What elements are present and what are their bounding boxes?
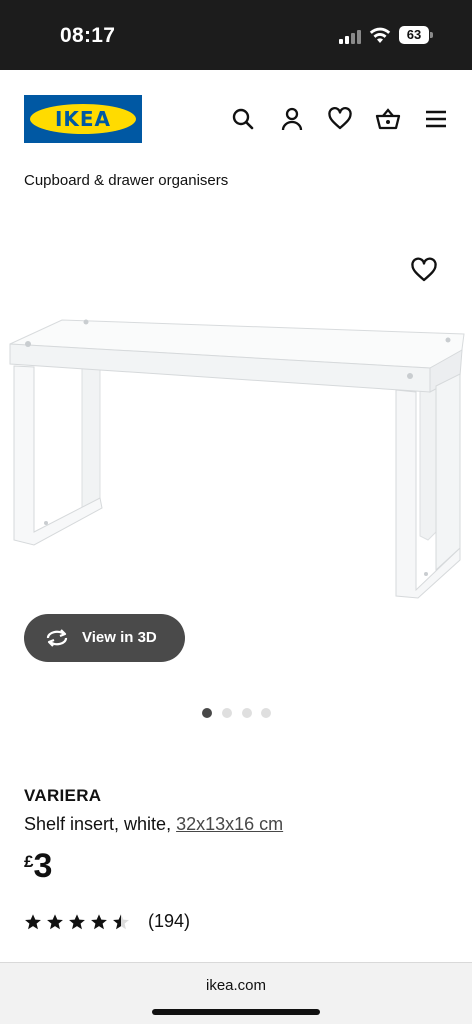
logo-text: IKEA — [54, 107, 112, 131]
browser-bottom-bar: ikea.com — [0, 962, 472, 1024]
user-icon[interactable] — [279, 106, 305, 132]
star-full-icon — [25, 913, 41, 929]
status-time: 08:17 — [60, 24, 116, 47]
product-description-text: Shelf insert, white, — [24, 814, 177, 834]
gallery-dot[interactable] — [202, 708, 212, 718]
view-in-3d-button[interactable]: View in 3D — [24, 614, 185, 662]
heart-icon[interactable] — [327, 106, 353, 132]
product-price: £ 3 — [24, 846, 52, 886]
price-value: 3 — [33, 847, 53, 885]
wifi-icon — [368, 25, 392, 45]
menu-icon[interactable] — [423, 106, 449, 132]
signal-icon — [339, 28, 363, 44]
price-currency: £ — [24, 852, 34, 871]
basket-icon[interactable] — [375, 106, 401, 132]
product-size-link[interactable]: 32x13x16 cm — [176, 814, 283, 834]
star-full-icon — [47, 913, 63, 929]
rotate-icon — [46, 629, 68, 647]
battery-icon: 63 — [399, 26, 433, 44]
product-rating[interactable]: (194) — [24, 911, 190, 932]
rating-stars — [24, 913, 134, 931]
gallery-dot[interactable] — [261, 708, 271, 718]
star-half-icon — [113, 913, 129, 929]
ikea-logo[interactable]: IKEA — [24, 95, 142, 143]
view-in-3d-label: View in 3D — [82, 629, 157, 646]
shelf-insert-image[interactable] — [0, 240, 472, 640]
review-count: (194) — [148, 911, 191, 931]
gallery-dot[interactable] — [222, 708, 232, 718]
search-icon[interactable] — [230, 106, 256, 132]
battery-level: 63 — [399, 26, 429, 44]
heart-icon — [411, 257, 437, 282]
gallery-dot[interactable] — [242, 708, 252, 718]
product-name: VARIERA — [24, 786, 102, 805]
breadcrumb[interactable]: Cupboard & drawer organisers — [24, 172, 228, 189]
address-bar[interactable]: ikea.com — [0, 977, 472, 994]
add-to-favourites-button[interactable] — [410, 257, 438, 283]
star-full-icon — [69, 913, 85, 929]
status-bar: 08:17 63 — [0, 0, 472, 70]
star-full-icon — [91, 913, 107, 929]
product-description: Shelf insert, white, 32x13x16 cm — [24, 814, 283, 835]
home-indicator[interactable] — [152, 1009, 320, 1015]
